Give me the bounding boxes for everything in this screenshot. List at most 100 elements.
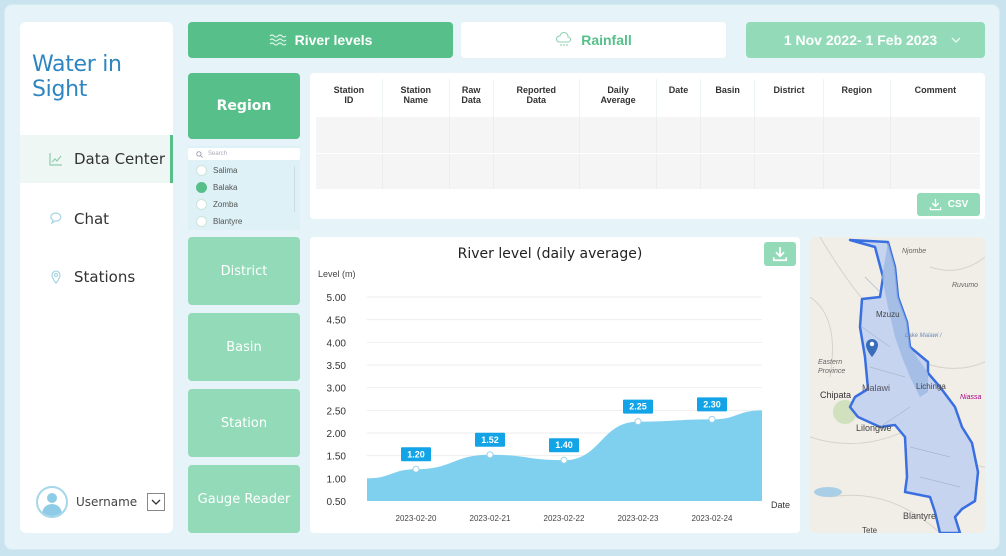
region-option-balaka[interactable]: Balaka bbox=[196, 182, 237, 193]
header-line: ID bbox=[344, 95, 354, 105]
data-label: 2.25 bbox=[629, 402, 647, 412]
svg-text:Tete: Tete bbox=[862, 526, 878, 533]
column-header[interactable]: Daily Average bbox=[578, 79, 657, 117]
region-option-salima[interactable]: Salima bbox=[196, 165, 237, 176]
y-tick-label: 1.50 bbox=[327, 452, 347, 463]
radio-button[interactable] bbox=[196, 199, 207, 210]
region-label: Balaka bbox=[213, 183, 238, 192]
y-tick-label: 0.50 bbox=[327, 497, 347, 508]
table-row[interactable] bbox=[316, 153, 980, 190]
chart-svg: Level (m) 5.00 4.50 4.00 3.50 3.00 2.50 2.00 1.5… bbox=[318, 269, 790, 523]
radio-button[interactable] bbox=[196, 216, 207, 227]
radio-button[interactable] bbox=[196, 165, 207, 176]
avatar bbox=[36, 486, 68, 518]
x-tick-label: 2023-02-20 bbox=[396, 514, 437, 523]
header-line: Reported bbox=[516, 85, 557, 95]
user-menu[interactable]: Username bbox=[36, 486, 166, 518]
sidebar-item-data-center[interactable]: Data Center bbox=[20, 135, 173, 183]
region-option-zomba[interactable]: Zomba bbox=[196, 199, 238, 210]
tab-river-levels[interactable]: River levels bbox=[188, 22, 453, 58]
download-icon bbox=[929, 198, 941, 211]
csv-download-button[interactable]: CSV bbox=[917, 193, 980, 216]
table-cell bbox=[578, 153, 657, 190]
column-header[interactable]: Basin bbox=[699, 79, 755, 117]
header-line: Daily bbox=[607, 85, 629, 95]
column-header[interactable]: Date bbox=[656, 79, 701, 117]
sidebar: Water in Sight Data Center Chat Stations… bbox=[20, 22, 173, 533]
header-line: Station bbox=[400, 85, 431, 95]
app-logo: Water in Sight bbox=[32, 52, 122, 102]
header-line: Date bbox=[668, 85, 689, 95]
header-line: Average bbox=[600, 95, 636, 105]
column-header[interactable]: Region bbox=[822, 79, 891, 117]
filter-region[interactable]: Region bbox=[188, 73, 300, 139]
svg-text:Njombe: Njombe bbox=[902, 248, 926, 255]
column-header[interactable]: Comment bbox=[889, 79, 980, 117]
region-search-input[interactable]: Search bbox=[188, 148, 300, 160]
table-cell bbox=[381, 153, 450, 190]
radio-button-selected[interactable] bbox=[196, 182, 207, 193]
region-label: Salima bbox=[213, 166, 238, 175]
table-cell bbox=[822, 153, 891, 190]
date-range-label: 1 Nov 2022- 1 Feb 2023 bbox=[783, 32, 938, 48]
svg-text:Lake Malawi /: Lake Malawi / bbox=[905, 333, 943, 339]
svg-text:Malawi: Malawi bbox=[862, 383, 890, 393]
region-label: Zomba bbox=[213, 200, 238, 209]
column-header[interactable]: Raw Data bbox=[448, 79, 494, 117]
data-point bbox=[634, 418, 642, 426]
table-cell bbox=[889, 153, 980, 190]
username: Username bbox=[76, 495, 138, 509]
data-label: 1.40 bbox=[555, 440, 573, 450]
sidebar-item-chat[interactable]: Chat bbox=[20, 195, 173, 243]
region-option-blantyre[interactable]: Blantyre bbox=[196, 216, 242, 227]
column-header[interactable]: Station ID bbox=[316, 79, 382, 117]
chart-title: River level (daily average) bbox=[457, 246, 643, 262]
table-cell bbox=[822, 117, 891, 154]
data-table-card: Station ID Station Name Raw Data Reported Data D… bbox=[310, 73, 985, 219]
sidebar-item-label: Chat bbox=[74, 210, 110, 228]
table-cell bbox=[448, 153, 494, 190]
y-tick-label: 4.00 bbox=[327, 338, 347, 349]
date-range-dropdown[interactable]: 1 Nov 2022- 1 Feb 2023 bbox=[746, 22, 985, 58]
x-tick-label: 2023-02-22 bbox=[544, 514, 585, 523]
chevron-down-icon bbox=[951, 37, 961, 43]
filter-gauge-reader[interactable]: Gauge Reader bbox=[188, 465, 300, 533]
x-tick-label: 2023-02-21 bbox=[470, 514, 511, 523]
svg-text:Eastern: Eastern bbox=[818, 359, 842, 366]
chart-download-button[interactable] bbox=[764, 242, 796, 266]
column-header[interactable]: Reported Data bbox=[492, 79, 580, 117]
sidebar-item-label: Data Center bbox=[74, 150, 166, 168]
svg-text:Chipata: Chipata bbox=[820, 390, 851, 400]
chart-line-icon bbox=[48, 151, 64, 167]
sidebar-item-stations[interactable]: Stations bbox=[20, 253, 173, 301]
filter-station[interactable]: Station bbox=[188, 389, 300, 457]
sidebar-item-label: Stations bbox=[74, 268, 136, 286]
column-header[interactable]: District bbox=[754, 79, 824, 117]
header-line: Basin bbox=[715, 85, 740, 95]
table-cell bbox=[699, 153, 755, 190]
header-line: Station bbox=[333, 85, 365, 95]
table-row[interactable] bbox=[316, 117, 980, 154]
chevron-down-icon bbox=[151, 499, 161, 505]
tab-label: River levels bbox=[294, 32, 373, 48]
filter-district[interactable]: District bbox=[188, 237, 300, 305]
filter-basin[interactable]: Basin bbox=[188, 313, 300, 381]
header-line: Raw bbox=[461, 85, 481, 95]
user-dropdown-button[interactable] bbox=[147, 493, 166, 511]
header-line: District bbox=[773, 85, 805, 95]
data-label: 1.20 bbox=[407, 449, 425, 459]
map[interactable]: Njombe Ruvumo Mzuzu Lake Malawi / Easter… bbox=[810, 237, 985, 533]
data-point bbox=[560, 456, 568, 464]
table-cell bbox=[656, 117, 701, 154]
x-tick-label: 2023-02-24 bbox=[692, 514, 733, 523]
map-svg: Njombe Ruvumo Mzuzu Lake Malawi / Easter… bbox=[810, 237, 985, 533]
tab-rainfall[interactable]: Rainfall bbox=[461, 22, 726, 58]
header-line: Name bbox=[403, 95, 428, 105]
column-header[interactable]: Station Name bbox=[381, 79, 450, 117]
data-table: Station ID Station Name Raw Data Reported Data D… bbox=[316, 79, 980, 190]
region-list: Search Salima Balaka Zomba Blantyre bbox=[188, 146, 300, 230]
cloud-rain-icon bbox=[556, 32, 572, 46]
svg-text:Province: Province bbox=[818, 368, 845, 375]
region-list-scrollbar[interactable] bbox=[294, 166, 295, 212]
table-cell bbox=[316, 117, 383, 154]
